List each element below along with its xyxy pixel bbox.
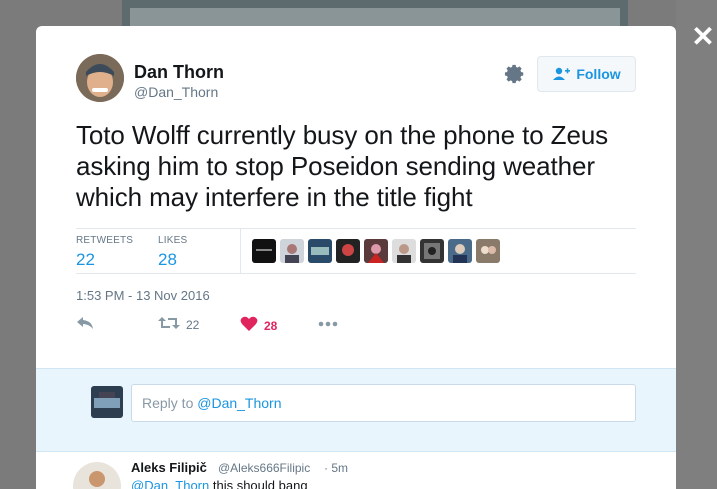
like-count: 28 [264, 318, 278, 333]
liker-avatar[interactable] [420, 239, 444, 263]
reply-author-handle[interactable]: @Aleks666Filipic [218, 461, 310, 475]
current-user-avatar [91, 386, 123, 418]
retweet-icon [158, 316, 180, 333]
tweet-modal: Dan Thorn @Dan_Thorn Follow Toto Wolff c… [36, 26, 676, 489]
close-icon[interactable]: ✕ [690, 22, 716, 52]
retweets-label: RETWEETS [76, 235, 134, 246]
reply-button[interactable] [76, 316, 94, 333]
reply-text-body: this should bang [209, 478, 308, 489]
tweet-actions: 22 28 [76, 316, 476, 340]
liker-avatar[interactable] [252, 239, 276, 263]
reply-icon [76, 316, 94, 333]
liker-avatar[interactable] [280, 239, 304, 263]
author-avatar[interactable] [76, 54, 124, 102]
follow-button[interactable]: Follow [537, 56, 636, 92]
reply-mention: @Dan_Thorn [197, 395, 282, 411]
reply-placeholder: Reply to [142, 395, 198, 411]
tweet-stats: RETWEETS 22 LIKES 28 [76, 228, 636, 274]
liker-avatar[interactable] [308, 239, 332, 263]
tweet-text: Toto Wolff currently busy on the phone t… [76, 120, 609, 212]
gear-icon[interactable] [504, 63, 526, 85]
more-button[interactable] [318, 316, 338, 330]
reply-author-avatar[interactable] [73, 462, 121, 489]
retweet-count: 22 [186, 317, 200, 332]
retweet-button[interactable]: 22 [158, 316, 199, 333]
likes-count: 28 [158, 250, 177, 269]
likers-avatars [252, 239, 500, 263]
background-right [676, 0, 717, 489]
author-name[interactable]: Dan Thorn [134, 62, 224, 83]
reply-composer: Reply to @Dan_Thorn [36, 368, 676, 452]
reply-input[interactable]: Reply to @Dan_Thorn [131, 384, 636, 422]
reply-author-name[interactable]: Aleks Filipič [131, 460, 207, 475]
tweet-timestamp[interactable]: 1:53 PM - 13 Nov 2016 [76, 288, 210, 303]
reply-text-mention[interactable]: @Dan_Thorn [131, 478, 209, 489]
stats-divider [240, 229, 241, 273]
more-dots-icon [318, 316, 338, 330]
like-button[interactable]: 28 [240, 316, 277, 335]
liker-avatar[interactable] [448, 239, 472, 263]
add-user-icon [552, 67, 571, 81]
heart-icon [240, 316, 258, 335]
liker-avatar[interactable] [336, 239, 360, 263]
liker-avatar[interactable] [392, 239, 416, 263]
reply-tweet[interactable]: Aleks Filipič @Aleks666Filipic · 5m @Dan… [36, 452, 676, 489]
likes-stat[interactable]: LIKES 28 [158, 235, 187, 270]
liker-avatar[interactable] [476, 239, 500, 263]
reply-text: @Dan_Thorn this should bang [131, 478, 308, 489]
follow-label: Follow [576, 66, 621, 82]
likes-label: LIKES [158, 235, 188, 246]
author-handle[interactable]: @Dan_Thorn [134, 84, 218, 100]
liker-avatar[interactable] [364, 239, 388, 263]
reply-time[interactable]: · 5m [324, 461, 348, 475]
retweets-stat[interactable]: RETWEETS 22 [76, 235, 133, 270]
retweets-count: 22 [76, 250, 95, 269]
